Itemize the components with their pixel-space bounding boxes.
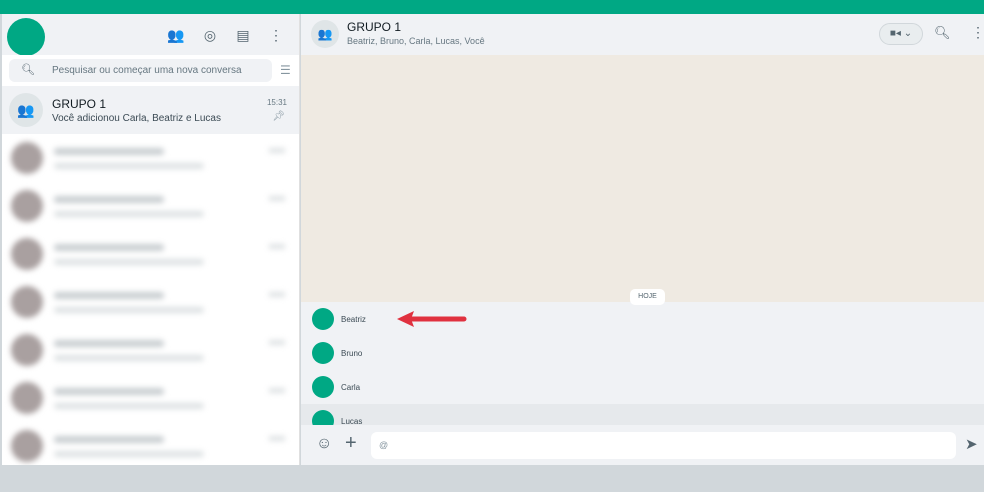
conversation-panel: 👥 GRUPO 1 Beatriz, Bruno, Carla, Lucas, … bbox=[301, 14, 984, 465]
conversation-title: GRUPO 1 bbox=[347, 20, 402, 34]
pin-icon: 📌︎ bbox=[272, 111, 285, 122]
last-message: Você adicionou Carla, Beatriz e Lucas bbox=[52, 113, 221, 124]
profile-avatar[interactable] bbox=[7, 18, 45, 56]
blurred-chat-item[interactable] bbox=[2, 326, 299, 374]
avatar bbox=[312, 342, 334, 364]
attach-plus-icon[interactable]: + bbox=[345, 432, 357, 455]
blurred-chat-item[interactable] bbox=[2, 230, 299, 278]
search-input[interactable]: 🔍︎ Pesquisar ou começar uma nova conversa bbox=[9, 59, 272, 82]
red-arrow-annotation bbox=[397, 311, 467, 327]
top-bar bbox=[0, 0, 984, 14]
compose-bar: ☺ + @ ➤ bbox=[301, 425, 984, 465]
mention-item[interactable]: Carla bbox=[301, 370, 984, 404]
chat-name: GRUPO 1 bbox=[52, 97, 107, 111]
video-call-button[interactable]: ■◂ ⌄ bbox=[879, 23, 923, 45]
mention-list: Beatriz Bruno Carla Lucas bbox=[301, 302, 984, 425]
blurred-chat-item[interactable] bbox=[2, 134, 299, 182]
filter-icon[interactable]: ☰ bbox=[280, 63, 291, 77]
avatar bbox=[312, 376, 334, 398]
mention-name: Bruno bbox=[341, 349, 363, 358]
status-icon[interactable]: ◎ bbox=[201, 26, 219, 44]
new-chat-icon[interactable]: ▤ bbox=[234, 26, 252, 44]
group-avatar-icon: 👥 bbox=[311, 20, 339, 48]
participants: Beatriz, Bruno, Carla, Lucas, Você bbox=[347, 36, 485, 46]
blurred-chat-item[interactable] bbox=[2, 182, 299, 230]
group-avatar-icon: 👥 bbox=[9, 93, 43, 127]
emoji-icon[interactable]: ☺ bbox=[316, 435, 332, 453]
mention-name: Carla bbox=[341, 383, 361, 392]
sidebar-header: 👥 ◎ ▤ ⋮ bbox=[2, 14, 299, 56]
search-placeholder: Pesquisar ou começar uma nova conversa bbox=[52, 65, 242, 76]
menu-icon[interactable]: ⋮ bbox=[971, 24, 984, 41]
communities-icon[interactable]: 👥 bbox=[167, 26, 185, 44]
blurred-chat-item[interactable] bbox=[2, 374, 299, 422]
search-icon[interactable]: 🔍︎ bbox=[934, 25, 951, 41]
menu-icon[interactable]: ⋮ bbox=[267, 26, 285, 44]
mention-item[interactable]: Lucas bbox=[301, 404, 984, 425]
date-badge: HOJE bbox=[630, 289, 665, 305]
message-area: HOJE bbox=[301, 55, 984, 305]
message-input[interactable]: @ bbox=[371, 432, 956, 459]
blurred-chat-item[interactable] bbox=[2, 422, 299, 465]
conversation-header[interactable]: 👥 GRUPO 1 Beatriz, Bruno, Carla, Lucas, … bbox=[301, 14, 984, 55]
mention-name: Beatriz bbox=[341, 315, 366, 324]
avatar bbox=[312, 308, 334, 330]
chat-list-item-grupo-1[interactable]: 👥 GRUPO 1 Você adicionou Carla, Beatriz … bbox=[2, 86, 299, 134]
sidebar: 👥 ◎ ▤ ⋮ 🔍︎ Pesquisar ou começar uma nova … bbox=[2, 14, 300, 465]
search-icon: 🔍︎ bbox=[21, 64, 35, 76]
chat-time: 15:31 bbox=[266, 98, 287, 107]
mention-item[interactable]: Beatriz bbox=[301, 302, 984, 336]
mention-name: Lucas bbox=[341, 417, 363, 425]
send-icon[interactable]: ➤ bbox=[965, 435, 978, 453]
blurred-chat-item[interactable] bbox=[2, 278, 299, 326]
avatar bbox=[312, 410, 334, 425]
mention-item[interactable]: Bruno bbox=[301, 336, 984, 370]
